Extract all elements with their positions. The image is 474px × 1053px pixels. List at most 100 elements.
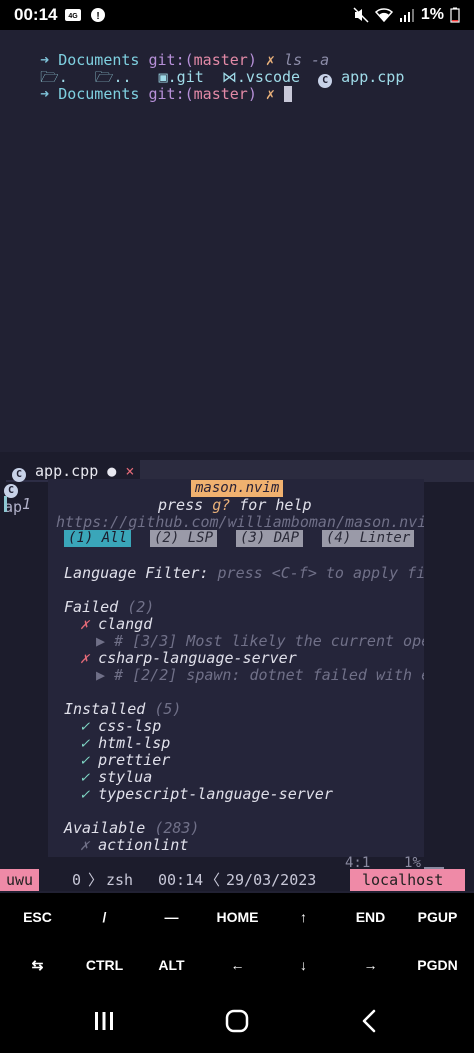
package-available[interactable]: ✗ actionlint xyxy=(80,836,188,854)
sign-column-bar xyxy=(4,496,7,512)
failed-count: (2) xyxy=(127,598,155,616)
uninstalled-icon: ✗ xyxy=(80,836,90,854)
home-button[interactable] xyxy=(217,1005,257,1037)
mute-icon xyxy=(353,7,369,23)
package-installed[interactable]: ✓ prettier xyxy=(80,751,170,769)
chevron-right-icon: 〉 xyxy=(88,871,104,889)
package-name: stylua xyxy=(98,768,153,786)
package-name: html-lsp xyxy=(98,734,171,752)
tab-lsp[interactable]: (2) LSP xyxy=(150,530,218,547)
mason-url[interactable]: https://github.com/williamboman/mason.nv… xyxy=(56,513,424,531)
prompt-arrow-icon: ➜ xyxy=(40,85,59,103)
svg-text:!: ! xyxy=(97,11,100,22)
android-status-bar: 00:14 4G ! 1% xyxy=(0,0,474,30)
key-esc[interactable]: ESC xyxy=(4,893,71,941)
chevron-left-icon: 〈 xyxy=(205,871,221,889)
package-installed[interactable]: ✓ typescript-language-server xyxy=(80,785,333,803)
window-index: 0 xyxy=(72,871,82,889)
tab-dap[interactable]: (3) DAP xyxy=(236,530,304,547)
terminal-output[interactable]: ➜ Documents git:(master) ✗ ls -a 🗁. 🗁.. … xyxy=(0,30,474,450)
key-down[interactable]: ↓ xyxy=(270,941,337,989)
terminal-cursor xyxy=(283,86,292,102)
key-left[interactable]: ← xyxy=(204,941,271,989)
git-branch: master xyxy=(193,85,248,103)
key-slash[interactable]: / xyxy=(71,893,138,941)
tmux-time: 00:14 xyxy=(158,871,204,889)
buffer-tab-name: app.cpp xyxy=(35,462,99,480)
key-pgdn[interactable]: PGDN xyxy=(404,941,471,989)
check-icon: ✓ xyxy=(80,785,90,803)
signal-icon xyxy=(399,9,414,22)
check-icon: ✓ xyxy=(80,734,90,752)
session-name: uwu xyxy=(0,869,40,891)
battery-icon xyxy=(450,7,460,23)
failed-label: Failed xyxy=(64,598,119,616)
tab-linter[interactable]: (4) Linter xyxy=(322,530,415,547)
key-dash[interactable]: — xyxy=(138,893,205,941)
key-end[interactable]: END xyxy=(337,893,404,941)
expand-icon: ▶ xyxy=(96,632,115,650)
cpp-file-icon: C xyxy=(318,74,333,88)
failed-icon: ✗ xyxy=(80,649,90,667)
package-failed[interactable]: ✗ csharp-language-server xyxy=(80,649,297,667)
alert-icon: ! xyxy=(91,8,106,22)
package-name: actionlint xyxy=(98,836,189,854)
available-label: Available xyxy=(64,819,146,837)
key-home[interactable]: HOME xyxy=(204,893,271,941)
ls-item: app.cpp xyxy=(341,68,405,86)
key-ctrl[interactable]: CTRL xyxy=(71,941,138,989)
package-failed[interactable]: ✗ clangd xyxy=(80,615,152,633)
failed-heading: Failed (2) xyxy=(64,598,154,616)
extra-keys-bar: ESC / — HOME ↑ END PGUP ⇆ CTRL ALT ← ↓ →… xyxy=(0,893,474,989)
help-key: g? xyxy=(212,496,231,514)
check-icon: ✓ xyxy=(80,768,90,786)
mason-title: mason.nvim xyxy=(191,480,284,497)
package-detail[interactable]: ▶ # [2/2] spawn: dotnet failed with ex xyxy=(96,666,424,684)
recent-apps-button[interactable] xyxy=(84,1005,124,1037)
available-heading: Available (283) xyxy=(64,819,199,837)
tmux-status-bar: uwu 0 〉 zsh 00:14 〈 29/03/2023 localhost xyxy=(0,869,474,891)
battery-percent: 1% xyxy=(420,6,444,23)
key-up[interactable]: ↑ xyxy=(270,893,337,941)
installed-label: Installed xyxy=(64,700,146,718)
language-filter[interactable]: Language Filter: press <C-f> to apply fi… xyxy=(64,564,424,582)
svg-text:4G: 4G xyxy=(69,13,79,20)
mason-float[interactable]: mason.nvim press g? for help https://git… xyxy=(48,479,424,857)
back-icon xyxy=(362,1009,376,1033)
package-installed[interactable]: ✓ css-lsp xyxy=(80,717,161,735)
package-detail[interactable]: ▶ # [3/3] Most likely the current oper xyxy=(96,632,424,650)
expand-icon: ▶ xyxy=(96,666,115,684)
dirty-mark: ✗ xyxy=(265,85,275,103)
key-right[interactable]: → xyxy=(337,941,404,989)
installed-heading: Installed (5) xyxy=(64,700,181,718)
tmux-date: 29/03/2023 xyxy=(226,871,317,889)
key-tab[interactable]: ⇆ xyxy=(4,941,71,989)
android-nav-bar xyxy=(0,989,474,1053)
git-close: ) xyxy=(247,85,257,103)
package-name: csharp-language-server xyxy=(98,649,297,667)
package-installed[interactable]: ✓ stylua xyxy=(80,768,152,786)
package-name: prettier xyxy=(98,751,171,769)
window-name: zsh xyxy=(106,871,134,889)
help-hint: press g? for help xyxy=(158,496,312,514)
failed-icon: ✗ xyxy=(80,615,90,633)
filter-hint: press <C-f> to apply filt xyxy=(217,564,424,582)
host-name: localhost xyxy=(350,869,466,891)
detail-text: # [2/2] spawn: dotnet failed with ex xyxy=(114,666,424,684)
check-icon: ✓ xyxy=(80,717,90,735)
prompt-dir: Documents xyxy=(58,85,140,103)
back-button[interactable] xyxy=(350,1005,390,1037)
help-suffix: for help xyxy=(230,496,312,514)
key-alt[interactable]: ALT xyxy=(138,941,205,989)
close-icon[interactable]: × xyxy=(125,462,134,480)
help-prefix: press xyxy=(158,496,213,514)
tab-all[interactable]: (1) All xyxy=(64,530,132,547)
package-installed[interactable]: ✓ html-lsp xyxy=(80,734,170,752)
package-name: css-lsp xyxy=(98,717,162,735)
key-pgup[interactable]: PGUP xyxy=(404,893,471,941)
prompt-line-1: ➜ Documents git:(master) ✗ ls -a xyxy=(4,33,329,69)
recent-apps-icon xyxy=(95,1012,113,1030)
check-icon: ✓ xyxy=(80,751,90,769)
available-count: (283) xyxy=(154,819,200,837)
package-name: clangd xyxy=(98,615,153,633)
